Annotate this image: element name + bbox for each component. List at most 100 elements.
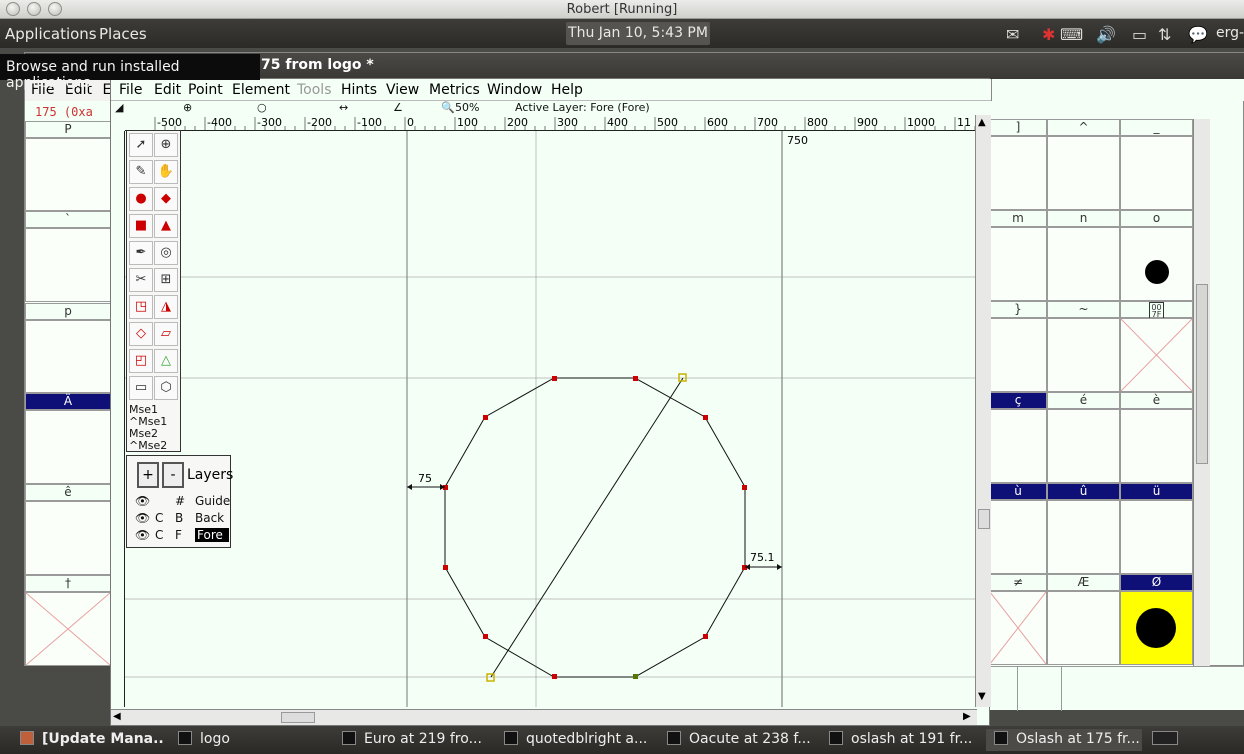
glyph-cell-oslash-current[interactable] bbox=[1120, 591, 1193, 665]
menu-help[interactable]: Help bbox=[551, 82, 583, 98]
glyph-cell[interactable] bbox=[1047, 409, 1120, 483]
corner-point-tool-icon[interactable]: ■ bbox=[129, 214, 153, 238]
tangent-point-tool-icon[interactable]: ▲ bbox=[154, 214, 178, 238]
keyboard-icon[interactable]: ⌨ bbox=[1060, 25, 1083, 44]
glyph-cell[interactable] bbox=[25, 138, 111, 211]
knife-tool-icon[interactable]: ✂ bbox=[129, 268, 153, 292]
user-menu[interactable]: erg- bbox=[1216, 25, 1244, 41]
rectangle-tool-icon[interactable]: ▭ bbox=[129, 376, 153, 400]
glyph-canvas[interactable]: 750 75 75.1 bbox=[125, 131, 975, 707]
scroll-right-icon[interactable]: ▶ bbox=[963, 711, 971, 722]
glyph-cell[interactable] bbox=[25, 501, 111, 575]
glyph-cell-header-unicode[interactable]: 00 7F bbox=[1120, 301, 1193, 320]
glyph-cell-o[interactable] bbox=[1120, 227, 1193, 301]
task-euro[interactable]: Euro at 219 fro... bbox=[342, 729, 492, 751]
task-logo[interactable]: logo bbox=[178, 729, 333, 751]
scale-tool-icon[interactable]: ◳ bbox=[129, 295, 153, 319]
glyph-cell[interactable] bbox=[1047, 591, 1120, 665]
menu-file[interactable]: File bbox=[119, 82, 142, 98]
glyph-cell-header[interactable]: † bbox=[25, 575, 111, 592]
eye-icon[interactable]: 👁 bbox=[135, 494, 150, 508]
outline-point[interactable] bbox=[703, 415, 708, 420]
glyph-cell-header[interactable]: ≠ bbox=[989, 574, 1047, 591]
glyph-cell-header-selected[interactable]: ù bbox=[989, 483, 1047, 500]
glyph-cell[interactable] bbox=[1120, 409, 1193, 483]
hscroll-thumb[interactable] bbox=[281, 712, 315, 723]
task-update-manager[interactable]: [Update Mana... bbox=[20, 729, 165, 751]
menu-point[interactable]: Point bbox=[188, 82, 223, 98]
font-view-scrollbar[interactable] bbox=[1193, 119, 1210, 666]
add-layer-button[interactable]: + bbox=[137, 462, 159, 488]
slash-stroke[interactable] bbox=[490, 377, 684, 678]
glyph-cell-header[interactable]: è bbox=[1120, 392, 1193, 409]
hv-curve-point-tool-icon[interactable]: ◆ bbox=[154, 187, 178, 211]
glyph-outline-svg[interactable]: 750 75 75.1 bbox=[125, 131, 975, 707]
applications-menu[interactable]: Applications bbox=[5, 25, 97, 43]
glyph-cell[interactable] bbox=[1047, 500, 1120, 574]
outline-point[interactable] bbox=[483, 415, 488, 420]
glyph-cell[interactable] bbox=[989, 318, 1047, 392]
outline-point[interactable] bbox=[703, 634, 708, 639]
glyph-cell-header[interactable]: ê bbox=[25, 484, 111, 501]
menu-hints[interactable]: Hints bbox=[341, 82, 377, 98]
glyph-cell-header[interactable]: ` bbox=[25, 211, 111, 228]
clock[interactable]: Thu Jan 10, 5:43 PM bbox=[566, 22, 710, 45]
menu-window[interactable]: Window bbox=[487, 82, 542, 98]
menu-view[interactable]: View bbox=[386, 82, 419, 98]
glyph-cell-header[interactable]: Æ bbox=[1047, 574, 1120, 591]
glyph-cell-header-selected[interactable]: ü bbox=[1120, 483, 1193, 500]
glyph-cell[interactable] bbox=[1047, 136, 1120, 210]
glyph-cell[interactable] bbox=[25, 320, 111, 393]
glyph-cell-header-selected[interactable]: Ä bbox=[25, 393, 111, 410]
scroll-left-icon[interactable]: ◀ bbox=[113, 711, 121, 722]
glyph-cell-header[interactable]: é bbox=[1047, 392, 1120, 409]
rotate-3d-tool-icon[interactable]: ◰ bbox=[129, 349, 153, 373]
outline-point[interactable] bbox=[742, 485, 747, 490]
glyph-cell-header[interactable]: P bbox=[25, 121, 111, 138]
glyph-cell-header[interactable]: p bbox=[25, 303, 111, 320]
glyph-cell[interactable] bbox=[25, 228, 111, 302]
scroll-down-icon[interactable]: ▼ bbox=[978, 691, 986, 702]
glyph-cell-empty[interactable] bbox=[989, 591, 1047, 665]
menu-edit[interactable]: Edit bbox=[154, 82, 181, 98]
outline-point[interactable] bbox=[552, 376, 557, 381]
outline-point[interactable] bbox=[633, 376, 638, 381]
pen-tool-icon[interactable]: ✒ bbox=[129, 241, 153, 265]
vertical-scrollbar[interactable]: ▲ ▼ bbox=[975, 115, 991, 707]
bug-icon[interactable]: ✱ bbox=[1042, 25, 1055, 44]
polygon-tool-icon[interactable]: ⬡ bbox=[154, 376, 178, 400]
outline-point[interactable] bbox=[483, 634, 488, 639]
show-desktop-button[interactable] bbox=[1152, 729, 1182, 751]
glyph-cell-header[interactable]: m bbox=[989, 210, 1047, 227]
glyph-cell-header[interactable]: ^ bbox=[1047, 119, 1120, 136]
menu-metrics[interactable]: Metrics bbox=[429, 82, 480, 98]
eye-icon[interactable]: 👁 bbox=[135, 511, 150, 525]
task-Oslash-active[interactable]: Oslash at 175 fr... bbox=[986, 729, 1142, 751]
scroll-up-icon[interactable]: ▲ bbox=[978, 117, 986, 128]
glyph-cell-header[interactable]: _ bbox=[1120, 119, 1193, 136]
slash-point-top[interactable] bbox=[678, 373, 687, 382]
glyph-cell-header-selected[interactable]: û bbox=[1047, 483, 1120, 500]
freehand-tool-icon[interactable]: ✎ bbox=[129, 160, 153, 184]
slash-point-bottom[interactable] bbox=[486, 673, 495, 682]
curve-point-tool-icon[interactable]: ● bbox=[129, 187, 153, 211]
glyph-cell[interactable] bbox=[989, 227, 1047, 301]
scrollbar-thumb[interactable] bbox=[1196, 284, 1208, 464]
outline-point-start[interactable] bbox=[633, 674, 638, 679]
ruler-tool-icon[interactable]: ⊞ bbox=[154, 268, 178, 292]
mail-icon[interactable]: ✉ bbox=[1006, 25, 1019, 44]
glyph-cell-header-selected[interactable]: Ø bbox=[1120, 574, 1193, 591]
spiro-tool-icon[interactable]: ◎ bbox=[154, 241, 178, 265]
vscroll-thumb[interactable] bbox=[978, 509, 990, 529]
active-layer-name[interactable]: Fore bbox=[195, 528, 229, 542]
task-oslash[interactable]: oslash at 191 fr... bbox=[829, 729, 979, 751]
glyph-cell-empty[interactable] bbox=[25, 592, 111, 666]
glyph-cell[interactable] bbox=[1120, 136, 1193, 210]
glyph-contour[interactable] bbox=[444, 377, 746, 678]
glyph-cell[interactable] bbox=[1047, 318, 1120, 392]
task-oacute[interactable]: Oacute at 238 f... bbox=[667, 729, 817, 751]
pointer-tool-icon[interactable]: ➚ bbox=[129, 133, 153, 157]
menu-element[interactable]: Element bbox=[232, 82, 290, 98]
glyph-cell[interactable] bbox=[1047, 227, 1120, 301]
scroll-hand-tool-icon[interactable]: ✋ bbox=[154, 160, 178, 184]
